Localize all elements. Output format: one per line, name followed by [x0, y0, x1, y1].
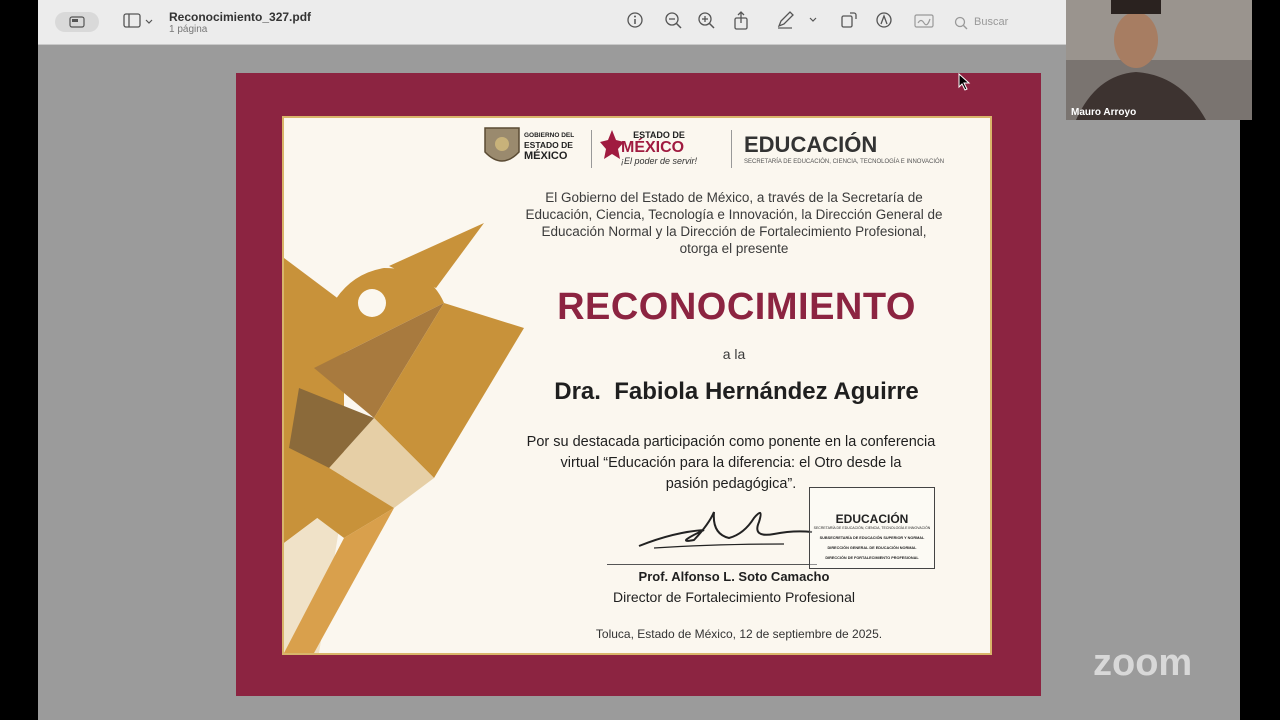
markup-button[interactable] [776, 11, 824, 33]
state-coat-of-arms-icon [484, 127, 520, 162]
a-la-text: a la [722, 346, 746, 362]
document-title: Reconocimiento_327.pdf [169, 10, 312, 24]
share-icon [734, 11, 748, 30]
rotate-button[interactable] [840, 11, 858, 33]
sign-button[interactable] [914, 11, 936, 33]
stamp-line-2: DIRECCIÓN GENERAL DE EDUCACIÓN NORMAL [827, 546, 917, 550]
markup-pen-icon [777, 11, 817, 29]
stamp-line-1: SUBSECRETARÍA DE EDUCACIÓN SUPERIOR Y NO… [819, 536, 925, 540]
intro-line-1: El Gobierno del Estado de México, a trav… [545, 190, 923, 205]
gov-line-1: GOBIERNO DEL [524, 132, 575, 139]
zoom-out-icon [665, 12, 682, 29]
search-placeholder: Buscar [974, 16, 1009, 28]
sidebar-icon [123, 13, 153, 28]
zoom-in-icon [698, 12, 715, 29]
intro-text: El Gobierno del Estado de México, a trav… [484, 189, 984, 257]
description-text: Por su destacada participación como pone… [474, 432, 988, 495]
gov-line-3: MÉXICO [524, 150, 568, 162]
signature-line [607, 564, 817, 565]
info-button[interactable] [626, 11, 644, 33]
participant-name: Mauro Arroyo [1071, 107, 1137, 118]
description-line-2: virtual “Educación para la diferencia: e… [560, 455, 902, 471]
description-line-1: Por su destacada participación como pone… [526, 434, 936, 450]
rotate-icon [841, 12, 857, 28]
mouse-cursor-icon [958, 73, 971, 91]
stamp-sub: SECRETARÍA DE EDUCACIÓN, CIENCIA, TECNOL… [813, 526, 931, 530]
document-page-count: 1 página [169, 24, 208, 35]
recipient-name: Dra. Fabiola Hernández Aguirre [554, 378, 919, 405]
edomex-slogan: ¡El poder de servir! [621, 156, 698, 166]
sidebar-view-button[interactable] [123, 11, 153, 35]
gov-line-2: ESTADO DE [524, 140, 573, 150]
participant-video[interactable] [1066, 0, 1252, 120]
zoom-out-button[interactable] [664, 11, 682, 33]
info-icon [627, 12, 643, 28]
sidebar-toggle-icon [69, 16, 85, 28]
toolbar: Reconocimiento_327.pdf 1 página Buscar [38, 0, 1240, 45]
share-button[interactable] [732, 11, 750, 35]
signer-name: Prof. Alfonso L. Soto Camacho [638, 569, 830, 584]
preview-window: Reconocimiento_327.pdf 1 página Buscar G… [38, 0, 1240, 720]
intro-line-3: Educación Normal y la Dirección de Forta… [541, 224, 927, 239]
pdf-page: GOBIERNO DEL ESTADO DE MÉXICO ESTADO DE … [236, 73, 1041, 696]
sign-icon [914, 14, 934, 28]
certificate-heading: RECONOCIMIENTO [557, 286, 916, 328]
certificate: GOBIERNO DEL ESTADO DE MÉXICO ESTADO DE … [282, 116, 992, 655]
zoom-in-button[interactable] [697, 11, 715, 33]
zoom-logo: zoom [1093, 642, 1193, 684]
edu-logo-sub: SECRETARÍA DE EDUCACIÓN, CIENCIA, TECNOL… [744, 159, 945, 165]
stamp-line-3: DIRECCIÓN DE FORTALECIMIENTO PROFESIONAL [825, 556, 919, 560]
annotate-button[interactable] [875, 11, 893, 33]
edu-logo-title: EDUCACIÓN [744, 132, 878, 157]
sidebar-toggle-button[interactable] [55, 12, 99, 32]
intro-line-2: Educación, Ciencia, Tecnología e Innovac… [525, 207, 943, 222]
place-date: Toluca, Estado de México, 12 de septiemb… [595, 627, 883, 641]
search-icon [954, 16, 968, 30]
header-logos: GOBIERNO DEL ESTADO DE MÉXICO ESTADO DE … [481, 124, 981, 170]
participant-video-frame [1066, 0, 1252, 120]
edomex-line-2: MÉXICO [621, 139, 685, 156]
chevron-down-icon [145, 19, 153, 24]
stamp-title: EDUCACIÓN [835, 512, 909, 526]
intro-line-4: otorga el presente [679, 241, 789, 256]
annotate-icon [876, 12, 892, 28]
signer-role: Director de Fortalecimiento Profesional [613, 589, 855, 605]
official-stamp: EDUCACIÓN SECRETARÍA DE EDUCACIÓN, CIENC… [809, 487, 935, 569]
